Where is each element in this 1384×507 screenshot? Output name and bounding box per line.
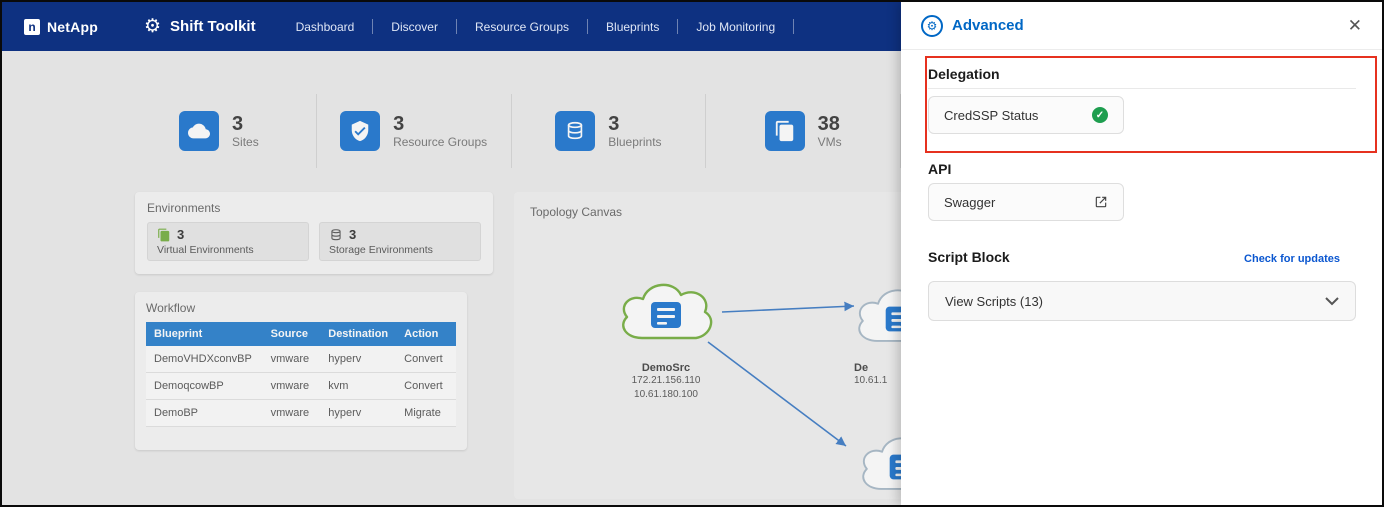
environments-card: Environments 3 Virtual Environments 3 St…: [135, 192, 493, 274]
advanced-panel-header: ⚙ Advanced ✕: [901, 2, 1382, 50]
stat-label: VMs: [817, 135, 842, 149]
environments-title: Environments: [147, 201, 221, 215]
stat-value: 3: [393, 113, 405, 135]
stat-label: Resource Groups: [393, 135, 488, 149]
advanced-panel: ⚙ Advanced ✕ Delegation CredSSP Status ✓…: [901, 2, 1382, 505]
env-label: Storage Environments: [329, 244, 433, 256]
cell-source: vmware: [262, 399, 321, 427]
credssp-ok-icon: ✓: [1092, 107, 1108, 123]
nav-discover[interactable]: Discover: [373, 20, 456, 34]
view-scripts-dropdown[interactable]: View Scripts (13): [928, 281, 1356, 321]
table-row[interactable]: DemoqcowBP vmware kvm Convert: [146, 372, 456, 400]
brand-name: NetApp: [47, 18, 98, 35]
nav-resource-groups[interactable]: Resource Groups: [457, 20, 587, 34]
app-title-label: Shift Toolkit: [170, 18, 256, 35]
panel-title: Advanced: [952, 17, 1024, 34]
chevron-down-icon: [1325, 296, 1339, 306]
env-value: 3: [349, 227, 357, 242]
env-value: 3: [177, 227, 185, 242]
script-block-heading: Script Block: [928, 249, 1010, 265]
netapp-logo-icon: n: [24, 18, 40, 35]
app-screen: n NetApp ⚙ Shift Toolkit Dashboard Disco…: [0, 0, 1384, 507]
close-icon[interactable]: ✕: [1348, 16, 1362, 36]
cloud-icon: [179, 111, 220, 151]
cell-blueprint: DemoBP: [146, 399, 263, 427]
node-ip: 10.61.180.100: [634, 388, 698, 400]
source-node-label: DemoSrc 172.21.156.110 10.61.180.100: [608, 362, 724, 401]
external-link-icon: [1094, 195, 1108, 209]
stat-label: Blueprints: [608, 135, 662, 149]
col-blueprint: Blueprint: [146, 322, 263, 346]
database-icon: [555, 111, 596, 151]
stat-sites: 3 Sites: [122, 94, 317, 168]
check-for-updates-link[interactable]: Check for updates: [1244, 253, 1340, 265]
table-row[interactable]: DemoVHDXconvBP vmware hyperv Convert: [146, 346, 456, 373]
stat-resource-groups: 3 Resource Groups: [317, 94, 512, 168]
stat-value: 3: [232, 113, 244, 135]
env-label: Virtual Environments: [157, 244, 254, 256]
main-nav: Dashboard Discover Resource Groups Bluep…: [278, 2, 795, 51]
kpi-strip: 3 Sites 3 Resource Groups 3 Blueprints 3…: [122, 94, 901, 168]
shift-toolkit-icon: ⚙: [143, 16, 162, 37]
col-destination: Destination: [320, 322, 397, 346]
app-title: ⚙ Shift Toolkit: [144, 17, 256, 36]
cell-source: vmware: [262, 372, 321, 400]
storage-environments-item[interactable]: 3 Storage Environments: [319, 222, 481, 261]
cell-action: Migrate: [396, 399, 456, 427]
api-heading: API: [928, 161, 952, 177]
credssp-label: CredSSP Status: [944, 107, 1039, 123]
delegation-heading: Delegation: [928, 66, 1000, 82]
stat-value: 3: [608, 113, 620, 135]
table-header-row: Blueprint Source Destination Action: [146, 322, 456, 346]
swagger-label: Swagger: [944, 194, 996, 210]
section-divider: [928, 88, 1356, 89]
cell-destination: hyperv: [320, 346, 397, 373]
node-ip: 172.21.156.110: [631, 375, 701, 386]
server-icon: [651, 302, 681, 328]
storage-env-icon: [331, 228, 341, 240]
cell-blueprint: DemoqcowBP: [146, 372, 263, 400]
nav-blueprints[interactable]: Blueprints: [588, 20, 677, 34]
netapp-logo: n NetApp: [24, 18, 98, 35]
credssp-status-button[interactable]: CredSSP Status ✓: [928, 96, 1124, 134]
workflow-card: Workflow Blueprint Source Destination Ac…: [135, 292, 467, 450]
col-source: Source: [262, 322, 321, 346]
cell-blueprint: DemoVHDXconvBP: [146, 346, 263, 373]
stat-blueprints: 3 Blueprints: [512, 94, 707, 168]
source-cloud-node[interactable]: [608, 272, 724, 358]
stat-value: 38: [817, 113, 840, 135]
swagger-button[interactable]: Swagger: [928, 183, 1124, 221]
nav-job-monitoring[interactable]: Job Monitoring: [678, 20, 793, 34]
cell-destination: kvm: [320, 372, 397, 400]
nav-dashboard[interactable]: Dashboard: [278, 20, 373, 34]
nav-divider: [793, 19, 795, 34]
table-row[interactable]: DemoBP vmware hyperv Migrate: [146, 399, 456, 427]
cell-destination: hyperv: [320, 399, 397, 427]
cell-action: Convert: [396, 346, 456, 373]
workflow-title: Workflow: [146, 301, 196, 315]
stat-vms: 38 VMs: [706, 94, 901, 168]
virtual-environments-item[interactable]: 3 Virtual Environments: [147, 222, 309, 261]
view-scripts-label: View Scripts (13): [945, 293, 1044, 309]
shield-check-icon: [340, 111, 381, 151]
node-name: DemoSrc: [641, 362, 691, 374]
stat-label: Sites: [232, 135, 259, 149]
col-action: Action: [396, 322, 456, 346]
virtual-env-icon: [158, 228, 170, 241]
cell-action: Convert: [396, 372, 456, 400]
cell-source: vmware: [262, 346, 321, 373]
workflow-table: Blueprint Source Destination Action Demo…: [146, 322, 456, 427]
vm-copy-icon: [764, 111, 805, 151]
advanced-gear-icon: ⚙: [921, 14, 943, 37]
